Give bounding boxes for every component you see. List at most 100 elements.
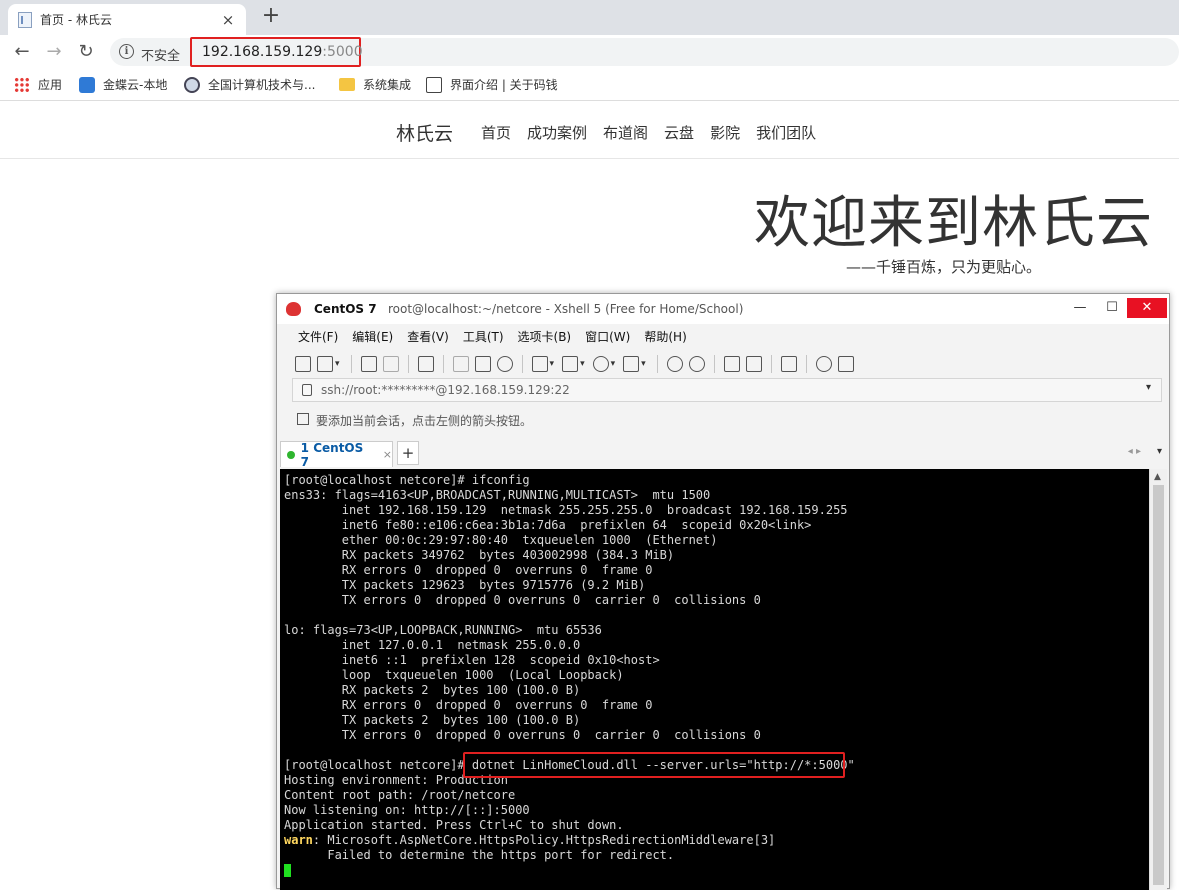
tab-list-chevron-icon[interactable]: ▾ [1157, 446, 1162, 457]
scrollbar-thumb[interactable] [1153, 485, 1164, 885]
terminal-line: loop txqueuelen 1000 (Local Loopback) [284, 668, 624, 682]
site-nav-links: 首页 成功案例 布道阁 云盘 影院 我们团队 [481, 122, 816, 143]
scroll-up-icon[interactable]: ▲ [1154, 472, 1161, 482]
terminal-output[interactable]: [root@localhost netcore]# ifconfig ens33:… [280, 469, 1149, 890]
nav-link-home[interactable]: 首页 [481, 122, 511, 143]
terminal-scrollbar[interactable]: ▲ [1149, 469, 1167, 890]
session-tab[interactable]: 1 CentOS 7 × [280, 441, 393, 469]
keyboard-icon[interactable] [780, 356, 797, 372]
terminal-line: Now listening on: http://[::]:5000 [284, 803, 530, 817]
new-session-icon[interactable] [295, 356, 311, 372]
tab-close-icon[interactable]: × [383, 448, 392, 461]
paste-icon[interactable] [474, 356, 491, 372]
site-navbar: 林氏云 首页 成功案例 布道阁 云盘 影院 我们团队 [0, 102, 1179, 159]
nav-link-cloud-disk[interactable]: 云盘 [664, 122, 694, 143]
xshell-window-title: root@localhost:~/netcore - Xshell 5 (Fre… [388, 302, 744, 316]
xftp-icon[interactable] [666, 356, 683, 372]
nav-link-team[interactable]: 我们团队 [756, 122, 816, 143]
terminal-lines: [root@localhost netcore]# ifconfig ens33:… [284, 473, 1149, 833]
bookmark-apps[interactable]: 应用 [14, 76, 62, 93]
transfer-icon[interactable] [562, 356, 579, 372]
hero-title: 欢迎来到林氏云 [754, 191, 1153, 256]
session-address[interactable]: ssh://root:*********@192.168.159.129:22 [321, 383, 570, 397]
close-button[interactable]: ✕ [1127, 298, 1167, 318]
bookmark-system-integration[interactable]: 系统集成 [339, 76, 411, 93]
nav-link-sermon[interactable]: 布道阁 [603, 122, 648, 143]
book-icon [426, 76, 442, 93]
open-folder-icon[interactable] [317, 356, 333, 372]
session-address-bar[interactable]: ssh://root:*********@192.168.159.129:22 … [292, 378, 1162, 402]
menu-file[interactable]: 文件(F) [298, 328, 338, 345]
terminal-line: RX packets 2 bytes 100 (100.0 B) [284, 683, 581, 697]
menu-tools[interactable]: 工具(T) [463, 328, 504, 345]
kingdee-icon [79, 76, 95, 93]
terminal-line: RX errors 0 dropped 0 overruns 0 frame 0 [284, 698, 653, 712]
info-icon[interactable]: i [119, 44, 134, 59]
menu-help[interactable]: 帮助(H) [644, 328, 686, 345]
disconnect-icon[interactable] [382, 356, 399, 372]
back-button[interactable]: ← [9, 39, 35, 65]
bookmark-ui-intro[interactable]: 界面介绍 | 关于码钱 [426, 76, 558, 93]
terminal-line: Content root path: /root/netcore [284, 788, 516, 802]
terminal-line: RX errors 0 dropped 0 overruns 0 frame 0 [284, 563, 653, 577]
terminal-warn-line: warn: Microsoft.AspNetCore.HttpsPolicy.H… [284, 833, 1149, 848]
terminal-line: Application started. Press Ctrl+C to shu… [284, 818, 624, 832]
font-icon[interactable] [623, 356, 640, 372]
properties-icon[interactable] [417, 356, 434, 372]
menu-edit[interactable]: 编辑(E) [352, 328, 393, 345]
bookmark-label: 金蝶云-本地 [103, 78, 168, 92]
browser-tab[interactable]: 首页 - 林氏云 × [8, 4, 246, 35]
lock-icon[interactable] [745, 356, 762, 372]
fullscreen-icon[interactable] [723, 356, 740, 372]
terminal-line: ens33: flags=4163<UP,BROADCAST,RUNNING,M… [284, 488, 711, 502]
bookmark-label: 全国计算机技术与... [208, 78, 316, 92]
maximize-button[interactable]: ☐ [1098, 298, 1126, 318]
session-hint-bar: 要添加当前会话，点击左侧的箭头按钮。 [292, 407, 1162, 431]
url-host: 192.168.159.129 [202, 44, 323, 60]
terminal-prompt-line [284, 863, 1149, 878]
terminal-line: TX packets 129623 bytes 9715776 (9.2 MiB… [284, 578, 646, 592]
print-icon[interactable] [531, 356, 548, 372]
chevron-down-icon[interactable]: ▾ [1146, 382, 1151, 393]
chat-icon[interactable] [837, 356, 854, 372]
tab-scroll-arrows-icon[interactable]: ◂ ▸ [1128, 446, 1141, 457]
xmanager-icon[interactable] [688, 356, 705, 372]
session-hint-text: 要添加当前会话，点击左侧的箭头按钮。 [316, 414, 533, 428]
nav-link-cinema[interactable]: 影院 [710, 122, 740, 143]
add-tab-button[interactable]: + [397, 441, 419, 465]
xshell-logo-icon [286, 302, 301, 316]
add-session-arrow-icon[interactable] [297, 413, 309, 425]
apps-grid-icon [14, 76, 30, 93]
xshell-menubar: 文件(F) 编辑(E) 查看(V) 工具(T) 选项卡(B) 窗口(W) 帮助(… [277, 324, 1169, 348]
menu-tabs[interactable]: 选项卡(B) [518, 328, 572, 345]
xshell-window: CentOS 7 root@localhost:~/netcore - Xshe… [276, 293, 1170, 890]
browser-toolbar: ← → ↻ i 不安全 192.168.159.129:5000 [0, 35, 1179, 68]
menu-window[interactable]: 窗口(W) [585, 328, 630, 345]
find-icon[interactable] [496, 356, 513, 372]
connected-status-icon [287, 450, 295, 459]
bookmark-kingdee[interactable]: 金蝶云-本地 [79, 76, 167, 93]
bookmark-computer-tech[interactable]: 全国计算机技术与... [184, 76, 315, 93]
address-bar[interactable]: i 不安全 192.168.159.129:5000 [110, 37, 1179, 67]
globe-icon[interactable] [592, 356, 609, 372]
xshell-tabbar: 1 CentOS 7 × + ◂ ▸ ▾ [277, 437, 1169, 469]
nav-link-cases[interactable]: 成功案例 [527, 122, 587, 143]
forward-button[interactable]: → [41, 39, 67, 65]
connect-icon[interactable] [360, 356, 377, 372]
warn-label: warn [284, 833, 313, 847]
folder-icon [339, 78, 355, 91]
security-label[interactable]: 不安全 [141, 45, 180, 64]
menu-view[interactable]: 查看(V) [407, 328, 449, 345]
hero-subtitle: ——千锤百炼，只为更贴心。 [846, 258, 1042, 276]
minimize-button[interactable]: — [1066, 298, 1094, 318]
help-icon[interactable] [815, 356, 832, 372]
site-brand[interactable]: 林氏云 [396, 119, 453, 146]
new-tab-button[interactable]: + [258, 4, 284, 30]
url-text[interactable]: 192.168.159.129:5000 [190, 37, 363, 67]
tab-close-icon[interactable]: × [220, 11, 236, 29]
terminal-line: Failed to determine the https port for r… [284, 848, 675, 862]
copy-icon[interactable] [452, 356, 469, 372]
terminal-line: [root@localhost netcore]# ifconfig [284, 473, 530, 487]
terminal-line: TX errors 0 dropped 0 overruns 0 carrier… [284, 728, 761, 742]
reload-button[interactable]: ↻ [73, 39, 99, 65]
